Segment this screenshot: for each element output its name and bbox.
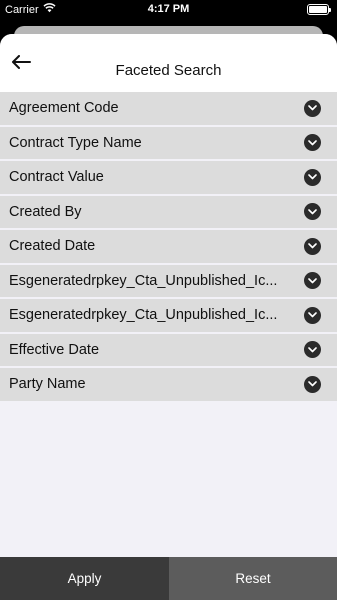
- chevron-down-icon[interactable]: [304, 168, 321, 186]
- facet-label: Party Name: [9, 376, 86, 393]
- facet-label: Created By: [9, 203, 82, 220]
- facet-row[interactable]: Effective Date: [0, 333, 337, 368]
- facet-label: Esgeneratedrpkey_Cta_Unpublished_Ic...: [9, 307, 278, 324]
- facet-row[interactable]: Contract Value: [0, 161, 337, 196]
- status-time: 4:17 PM: [147, 3, 190, 15]
- facet-row[interactable]: Party Name: [0, 368, 337, 403]
- facet-label: Contract Value: [9, 169, 104, 186]
- facet-row[interactable]: Esgeneratedrpkey_Cta_Unpublished_Ic...: [0, 264, 337, 299]
- action-bar: Apply Reset: [0, 557, 337, 600]
- chevron-down-icon[interactable]: [304, 306, 321, 324]
- facet-label: Agreement Code: [9, 100, 119, 117]
- facet-label: Esgeneratedrpkey_Cta_Unpublished_Ic...: [9, 272, 278, 289]
- page-title: Faceted Search: [115, 62, 222, 79]
- facet-label: Contract Type Name: [9, 134, 142, 151]
- battery-icon: [307, 4, 331, 15]
- status-bar: Carrier 4:17 PM: [0, 0, 337, 20]
- apply-button[interactable]: Apply: [0, 557, 169, 600]
- facet-label: Effective Date: [9, 341, 100, 358]
- reset-button[interactable]: Reset: [169, 557, 337, 600]
- sheet-header: Faceted Search: [0, 34, 337, 92]
- chevron-down-icon[interactable]: [304, 99, 321, 117]
- chevron-down-icon[interactable]: [304, 341, 321, 359]
- facet-row[interactable]: Created By: [0, 195, 337, 230]
- chevron-down-icon[interactable]: [304, 272, 321, 290]
- chevron-down-icon[interactable]: [304, 134, 321, 152]
- facet-row[interactable]: Created Date: [0, 230, 337, 265]
- facet-list: Agreement Code Contract Type Name Contra…: [0, 92, 337, 403]
- chevron-down-icon[interactable]: [304, 375, 321, 393]
- app-screen: Carrier 4:17 PM Faceted Search Agreement…: [0, 0, 337, 600]
- chevron-down-icon[interactable]: [304, 237, 321, 255]
- chevron-down-icon[interactable]: [304, 203, 321, 221]
- faceted-search-sheet: Faceted Search Agreement Code Contract T…: [0, 34, 337, 600]
- facet-label: Created Date: [9, 238, 96, 255]
- facet-row[interactable]: Esgeneratedrpkey_Cta_Unpublished_Ic...: [0, 299, 337, 334]
- facet-row[interactable]: Contract Type Name: [0, 126, 337, 161]
- facet-row[interactable]: Agreement Code: [0, 92, 337, 127]
